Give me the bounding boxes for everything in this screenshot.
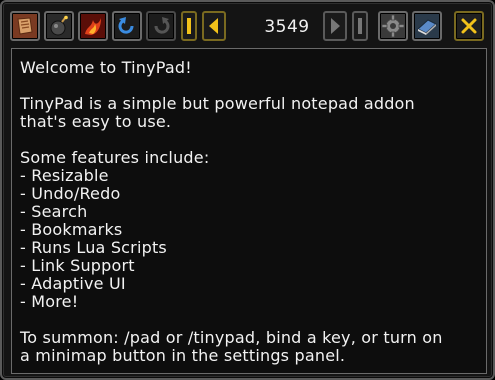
fire-icon: [81, 14, 105, 38]
run-button[interactable]: [44, 11, 74, 41]
redo-button[interactable]: [146, 11, 176, 41]
note-text[interactable]: Welcome to TinyPad! TinyPad is a simple …: [20, 59, 478, 365]
undo-button[interactable]: [112, 11, 142, 41]
close-button[interactable]: [454, 11, 484, 41]
first-page-icon: [187, 18, 191, 34]
lock-button[interactable]: [78, 11, 108, 41]
settings-button[interactable]: [378, 11, 408, 41]
last-page-icon: [358, 18, 362, 34]
new-page-button[interactable]: [10, 11, 40, 41]
tinypad-window: 3549 Welcome to TinyPad! TinyPad is a si…: [0, 0, 495, 380]
last-page-button[interactable]: [352, 11, 368, 41]
redo-icon: [149, 14, 173, 38]
undo-icon: [115, 14, 139, 38]
gear-icon: [381, 14, 405, 38]
book-icon: [415, 14, 439, 38]
prev-page-button[interactable]: [202, 11, 226, 41]
first-page-button[interactable]: [181, 11, 197, 41]
new-page-icon: [13, 14, 37, 38]
bookmarks-button[interactable]: [412, 11, 442, 41]
page-number: 3549: [264, 17, 310, 37]
toolbar: 3549: [10, 8, 487, 44]
run-bomb-icon: [47, 14, 71, 38]
note-editor[interactable]: Welcome to TinyPad! TinyPad is a simple …: [11, 48, 487, 374]
next-page-button[interactable]: [323, 11, 347, 41]
next-page-icon: [331, 18, 340, 34]
close-icon: [461, 18, 477, 34]
prev-page-icon: [209, 18, 218, 34]
